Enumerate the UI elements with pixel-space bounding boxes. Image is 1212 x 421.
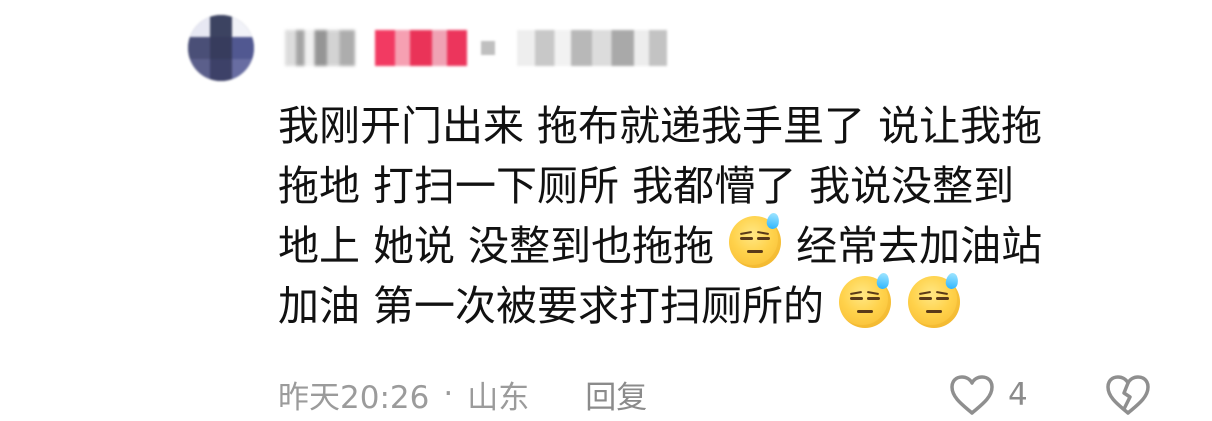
comment-text: 我刚开门出来 拖布就递我手里了 说让我拖 拖地 打扫一下厕所 我都懵了 我说没整…	[278, 96, 1168, 336]
like-button[interactable]: 4	[946, 373, 1028, 417]
sweat-smile-icon	[729, 212, 782, 268]
comment-footer: 昨天20:26 · 山东 回复 4	[278, 372, 1158, 417]
user-meta-row	[285, 28, 667, 68]
comment-line: 地上 她说 没整到也拖拖 经常去加油站	[278, 212, 1168, 276]
meta-separator: ·	[443, 376, 454, 412]
comment-line: 加油 第一次被要求打扫厕所的	[278, 272, 1168, 336]
emoji-eye-icon	[740, 237, 754, 240]
emoji-mouth-icon	[747, 250, 764, 253]
comment-line-text: 拖地 打扫一下厕所 我都懵了 我说没整到	[278, 162, 1015, 210]
emoji-eye-icon	[867, 297, 881, 300]
comment-line-text: 加油 第一次被要求打扫厕所的	[278, 282, 825, 330]
comment-line-text: 我刚开门出来 拖布就递我手里了 说让我拖	[278, 102, 1043, 150]
user-badge-blurred	[375, 30, 467, 66]
emoji-mouth-icon	[926, 310, 943, 313]
heart-outline-icon	[946, 373, 998, 417]
meta-dot	[481, 41, 495, 55]
username-blurred[interactable]	[285, 30, 355, 66]
comment-location: 山东	[467, 379, 530, 416]
reply-button[interactable]: 回复	[585, 372, 647, 417]
comment-line: 拖地 打扫一下厕所 我都懵了 我说没整到	[278, 156, 1168, 216]
comment-line-text: 地上 她说 没整到也拖拖	[278, 222, 715, 270]
avatar[interactable]	[188, 15, 254, 81]
dislike-button[interactable]	[1102, 373, 1154, 421]
emoji-eye-icon	[850, 297, 864, 300]
user-level-blurred	[517, 30, 667, 66]
emoji-eye-icon	[936, 297, 950, 300]
sweat-smile-icon	[839, 272, 892, 328]
sweat-smile-icon	[908, 272, 961, 328]
emoji-eye-icon	[757, 237, 771, 240]
comment-line: 我刚开门出来 拖布就递我手里了 说让我拖	[278, 96, 1168, 156]
broken-heart-icon	[1102, 373, 1154, 417]
comment-card: 我刚开门出来 拖布就递我手里了 说让我拖 拖地 打扫一下厕所 我都懵了 我说没整…	[0, 0, 1212, 421]
like-count: 4	[1008, 377, 1028, 413]
emoji-eye-icon	[919, 297, 933, 300]
comment-time: 昨天20:26	[278, 379, 430, 416]
comment-line-text: 经常去加油站	[796, 222, 1043, 270]
emoji-mouth-icon	[857, 310, 874, 313]
